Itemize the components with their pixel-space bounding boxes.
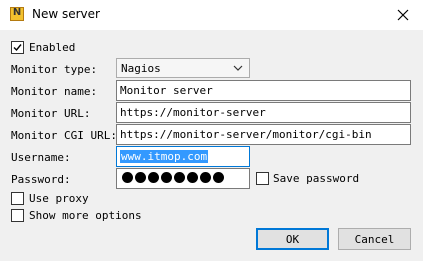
monitor-type-label: Monitor type: bbox=[11, 63, 98, 76]
password-label: Password: bbox=[11, 173, 71, 186]
username-input[interactable]: www.itmop.com bbox=[116, 146, 250, 167]
enabled-checkbox[interactable] bbox=[11, 41, 24, 54]
username-value: www.itmop.com bbox=[120, 150, 209, 163]
use-proxy-checkbox[interactable] bbox=[11, 192, 24, 205]
cancel-button-label: Cancel bbox=[354, 232, 395, 246]
password-mask-dot bbox=[200, 172, 211, 183]
monitor-cgi-url-label: Monitor CGI URL: bbox=[11, 129, 117, 142]
password-mask-dot bbox=[161, 172, 172, 183]
show-more-options-checkbox[interactable] bbox=[11, 209, 24, 222]
app-icon-glyph: N bbox=[12, 7, 22, 18]
monitor-url-label: Monitor URL: bbox=[11, 107, 91, 120]
nagios-app-icon: N bbox=[10, 7, 24, 21]
close-icon bbox=[397, 9, 409, 21]
password-mask-dot bbox=[148, 172, 159, 183]
monitor-name-label: Monitor name: bbox=[11, 85, 98, 98]
enabled-label: Enabled bbox=[29, 41, 76, 54]
password-mask-dot bbox=[213, 172, 224, 183]
ok-button-label: OK bbox=[285, 232, 300, 246]
monitor-url-value: https://monitor-server bbox=[120, 106, 266, 119]
ok-button[interactable]: OK bbox=[256, 228, 329, 250]
password-mask-dot bbox=[122, 172, 133, 183]
password-input[interactable] bbox=[116, 168, 250, 189]
monitor-type-select[interactable]: Nagios bbox=[116, 58, 250, 78]
save-password-label: Save password bbox=[273, 172, 360, 185]
save-password-checkbox[interactable] bbox=[256, 172, 269, 185]
title-bar: N New server bbox=[0, 0, 423, 30]
show-more-options-label: Show more options bbox=[29, 209, 142, 222]
monitor-url-input[interactable]: https://monitor-server bbox=[116, 102, 411, 123]
monitor-cgi-url-value: https://monitor-server/monitor/cgi-bin bbox=[120, 128, 372, 141]
username-label: Username: bbox=[11, 151, 71, 164]
monitor-name-value: Monitor server bbox=[120, 84, 213, 97]
monitor-type-value: Nagios bbox=[121, 62, 161, 75]
password-mask bbox=[122, 172, 224, 183]
password-mask-dot bbox=[187, 172, 198, 183]
use-proxy-label: Use proxy bbox=[29, 192, 89, 205]
monitor-cgi-url-input[interactable]: https://monitor-server/monitor/cgi-bin bbox=[116, 124, 411, 145]
monitor-name-input[interactable]: Monitor server bbox=[116, 80, 411, 101]
cancel-button[interactable]: Cancel bbox=[338, 228, 411, 250]
password-mask-dot bbox=[135, 172, 146, 183]
window-title: New server bbox=[32, 7, 100, 21]
chevron-down-icon bbox=[233, 65, 243, 71]
checkmark-icon bbox=[13, 44, 22, 52]
password-mask-dot bbox=[174, 172, 185, 183]
close-button[interactable] bbox=[383, 0, 423, 30]
